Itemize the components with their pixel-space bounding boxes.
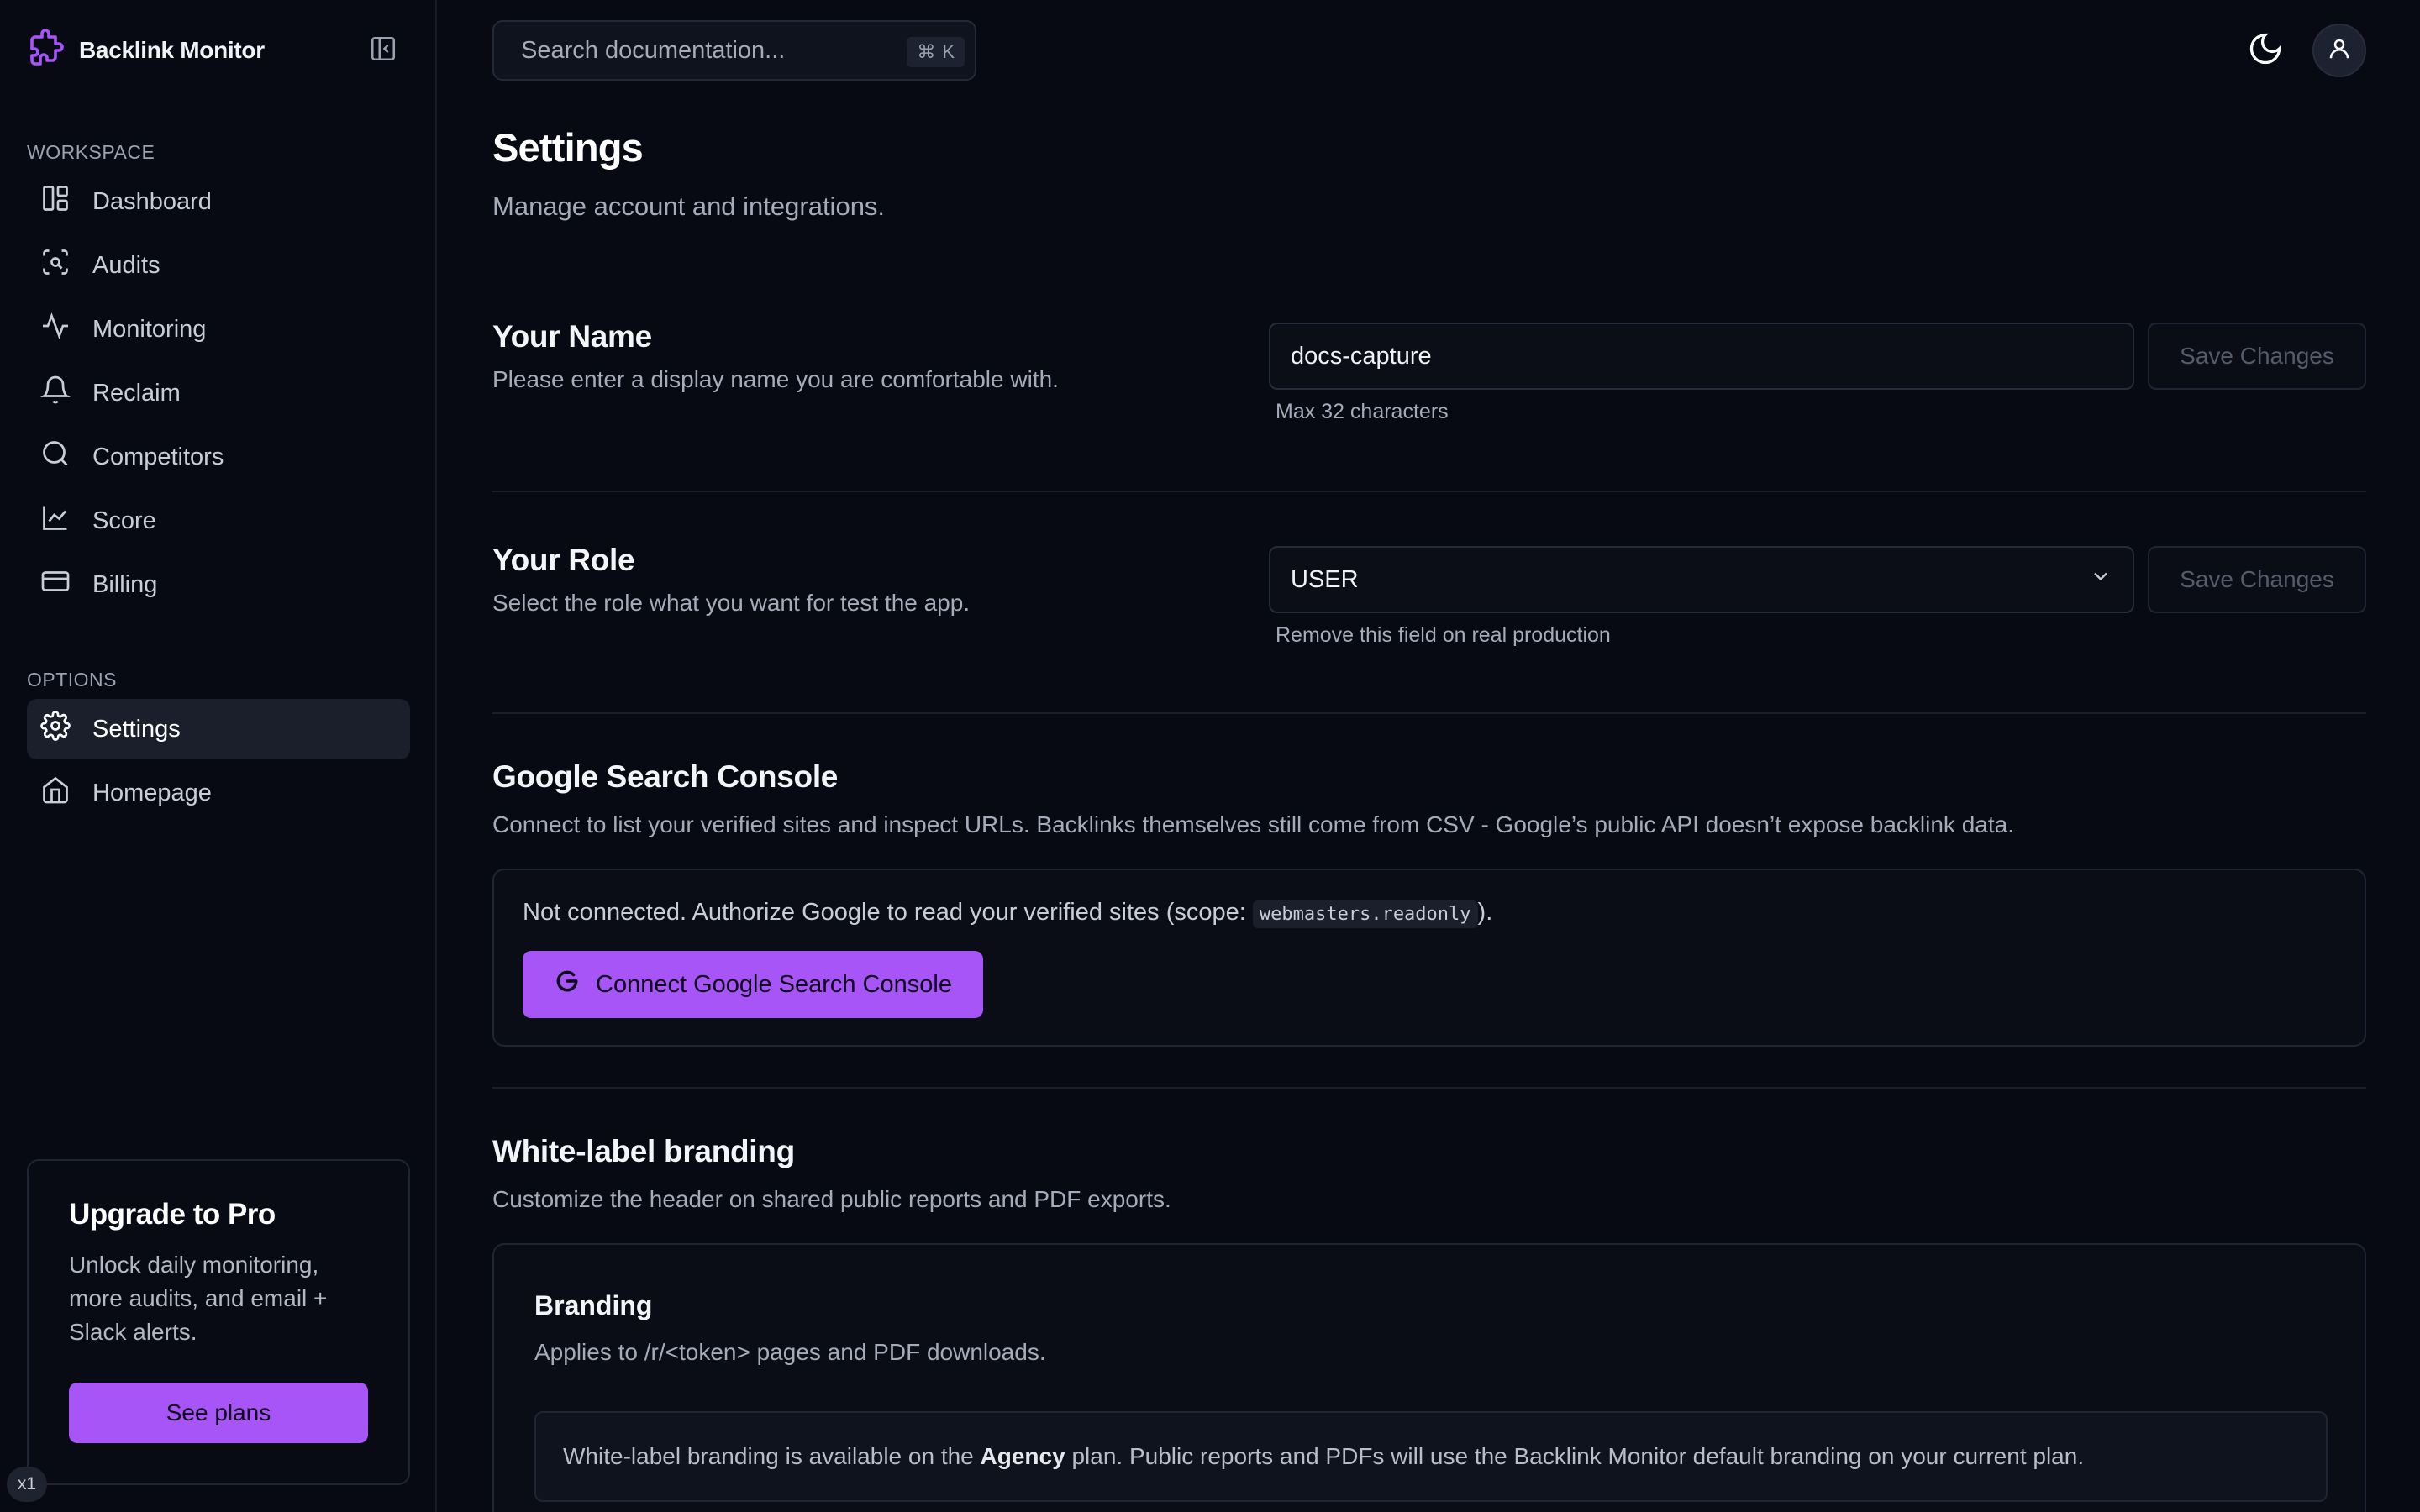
whitelabel-section-description: Customize the header on shared public re… — [492, 1186, 1171, 1212]
moon-icon — [2247, 30, 2284, 71]
connect-gsc-button[interactable]: Connect Google Search Console — [523, 951, 983, 1018]
sidebar-item-label: Audits — [92, 251, 160, 279]
gsc-scope-code: webmasters.readonly — [1252, 900, 1478, 928]
user-icon — [2327, 36, 2352, 66]
upgrade-title: Upgrade to Pro — [69, 1198, 276, 1231]
gsc-status-prefix: Not connected. Authorize Google to read … — [523, 899, 1253, 926]
name-hint: Max 32 characters — [1276, 400, 1449, 423]
sidebar-item-score[interactable]: Score — [27, 491, 410, 551]
gsc-card: Not connected. Authorize Google to read … — [492, 869, 2366, 1047]
name-section-title: Your Name — [492, 319, 652, 354]
brand-name: Backlink Monitor — [79, 37, 265, 63]
workspace-label: WORKSPACE — [27, 141, 155, 163]
upgrade-card: Upgrade to Pro Unlock daily monitoring, … — [27, 1159, 410, 1485]
sidebar-item-settings[interactable]: Settings — [27, 699, 410, 759]
search-input[interactable]: Search documentation... ⌘ K — [492, 20, 976, 81]
connect-gsc-label: Connect Google Search Console — [596, 970, 952, 998]
search-placeholder: Search documentation... — [521, 36, 786, 64]
role-select[interactable]: USER — [1269, 546, 2134, 613]
page-subtitle: Manage account and integrations. — [492, 192, 886, 221]
divider — [492, 712, 2366, 714]
credit-card-icon — [40, 566, 71, 603]
notice-prefix: White-label branding is available on the — [563, 1443, 981, 1469]
sidebar-item-label: Billing — [92, 570, 158, 598]
scan-search-icon — [40, 247, 71, 284]
search-shortcut: ⌘ K — [907, 37, 965, 67]
see-plans-button[interactable]: See plans — [69, 1383, 368, 1443]
sidebar-item-label: Score — [92, 507, 156, 534]
branding-card-title: Branding — [534, 1290, 653, 1320]
theme-toggle-button[interactable] — [2238, 24, 2292, 77]
branding-card: Branding Applies to /r/<token> pages and… — [492, 1243, 2366, 1512]
name-section-description: Please enter a display name you are comf… — [492, 366, 1059, 392]
sidebar-item-billing[interactable]: Billing — [27, 554, 410, 615]
whitelabel-section-title: White-label branding — [492, 1134, 795, 1168]
divider — [492, 491, 2366, 492]
branding-card-description: Applies to /r/<token> pages and PDF down… — [534, 1339, 1046, 1365]
role-section-title: Your Role — [492, 543, 635, 577]
options-label: OPTIONS — [27, 669, 118, 690]
role-select-value: USER — [1291, 565, 1359, 593]
search-icon — [40, 438, 71, 475]
line-chart-icon — [40, 502, 71, 539]
user-menu-button[interactable] — [2312, 24, 2366, 77]
command-key: ⌘ — [917, 41, 936, 62]
page-title: Settings — [492, 125, 644, 170]
devtools-badge[interactable]: x1 — [7, 1467, 47, 1502]
brand[interactable]: Backlink Monitor — [27, 28, 265, 73]
gsc-status-suffix: ). — [1477, 899, 1493, 926]
sidebar-item-homepage[interactable]: Homepage — [27, 763, 410, 823]
activity-icon — [40, 311, 71, 348]
divider — [492, 1087, 2366, 1089]
notice-suffix: plan. Public reports and PDFs will use t… — [1065, 1443, 2085, 1469]
sidebar-item-label: Competitors — [92, 443, 224, 470]
sidebar-item-label: Homepage — [92, 779, 212, 806]
sidebar: Backlink Monitor WORKSPACE Dashboard Aud… — [0, 0, 437, 1512]
gsc-section-description: Connect to list your verified sites and … — [492, 811, 2014, 837]
gsc-status: Not connected. Authorize Google to read … — [523, 899, 1493, 928]
sidebar-item-reclaim[interactable]: Reclaim — [27, 363, 410, 423]
name-input[interactable]: docs-capture — [1269, 323, 2134, 390]
panel-left-icon — [369, 34, 397, 67]
sidebar-item-competitors[interactable]: Competitors — [27, 427, 410, 487]
name-input-value: docs-capture — [1291, 342, 1432, 370]
home-icon — [40, 774, 71, 811]
puzzle-logo-icon — [27, 28, 67, 73]
chevron-down-icon — [2089, 564, 2112, 595]
google-icon — [554, 968, 581, 1001]
notice-plan: Agency — [980, 1443, 1065, 1469]
sidebar-item-monitoring[interactable]: Monitoring — [27, 299, 410, 360]
upgrade-text: Unlock daily monitoring, more audits, an… — [69, 1252, 328, 1345]
sidebar-item-label: Dashboard — [92, 187, 212, 215]
role-section-description: Select the role what you want for test t… — [492, 590, 971, 616]
role-hint: Remove this field on real production — [1276, 623, 1611, 647]
sidebar-item-audits[interactable]: Audits — [27, 235, 410, 296]
sidebar-item-label: Settings — [92, 715, 181, 743]
gear-icon — [40, 711, 71, 748]
gsc-section-title: Google Search Console — [492, 759, 839, 794]
save-role-button[interactable]: Save Changes — [2148, 546, 2366, 613]
sidebar-item-label: Reclaim — [92, 379, 181, 407]
bell-icon — [40, 375, 71, 412]
sidebar-item-dashboard[interactable]: Dashboard — [27, 171, 410, 232]
k-key: K — [942, 41, 955, 62]
save-name-button[interactable]: Save Changes — [2148, 323, 2366, 390]
sidebar-toggle-button[interactable] — [363, 32, 403, 69]
branding-plan-notice: White-label branding is available on the… — [534, 1411, 2328, 1502]
dashboard-icon — [40, 183, 71, 220]
sidebar-item-label: Monitoring — [92, 315, 207, 343]
